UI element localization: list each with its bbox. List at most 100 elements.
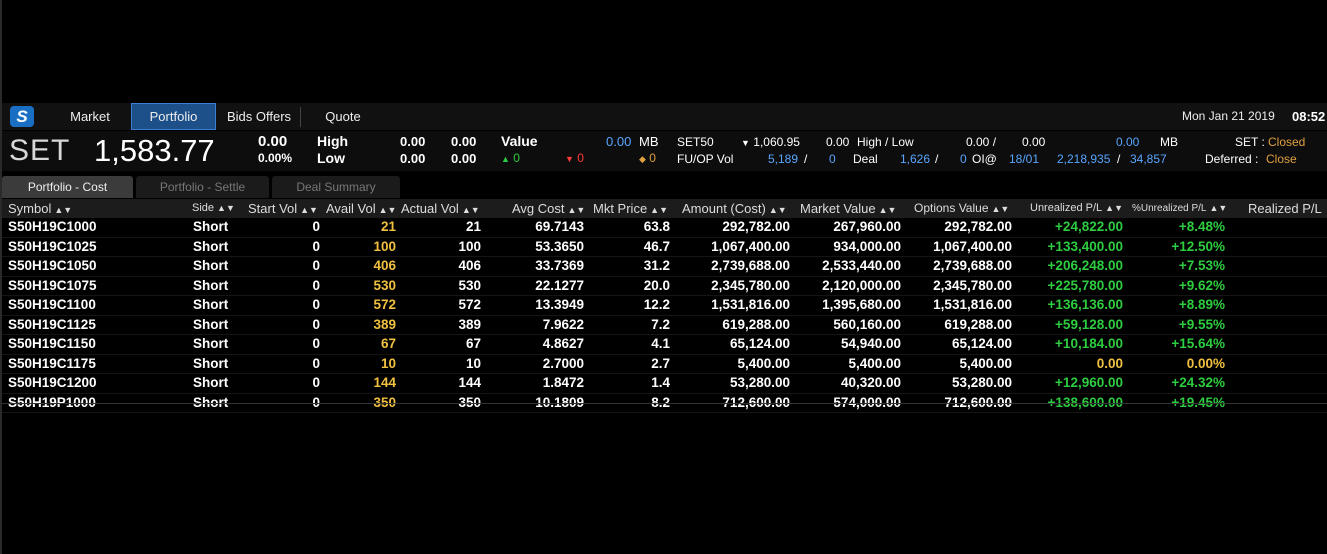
tab-bids-offers[interactable]: Bids Offers — [218, 103, 300, 130]
cell-market: 40,320.00 — [840, 375, 901, 390]
cell-symbol: S50H19C1100 — [8, 297, 96, 312]
col-mkt-price[interactable]: Mkt Price ▲▼ — [593, 199, 668, 220]
set50-label[interactable]: SET50 — [677, 135, 714, 149]
col-avg-cost[interactable]: Avg Cost ▲▼ — [512, 199, 585, 220]
oi-label: OI@ — [972, 152, 997, 166]
table-row[interactable]: S50H19C1050 Short 0 406 406 33.7369 31.2 2,739,… — [2, 257, 1327, 277]
cell-market: 267,960.00 — [833, 219, 901, 234]
cell-market: 2,533,440.00 — [822, 258, 901, 273]
table-row[interactable]: S50H19C1175 Short 0 10 10 2.7000 2.7 5,400.00 5,… — [2, 355, 1327, 374]
cell-upl: +24,822.00 — [1055, 219, 1123, 234]
cell-pupl: +9.55% — [1178, 316, 1225, 332]
subtab-portfolio-settle[interactable]: Portfolio - Settle — [136, 176, 269, 198]
cell-amount: 619,288.00 — [722, 316, 790, 332]
cell-upl: +206,248.00 — [1047, 258, 1123, 273]
down-count: ▼ 0 — [565, 151, 584, 165]
cell-pupl: +12.50% — [1171, 238, 1225, 254]
col-side[interactable]: Side ▲▼ — [192, 199, 235, 218]
col-actual-vol[interactable]: Actual Vol ▲▼ — [401, 199, 480, 220]
cell-symbol: S50H19C1000 — [8, 219, 97, 234]
table-row[interactable]: S50H19C1025 Short 0 100 100 53.3650 46.7 1,067,… — [2, 238, 1327, 257]
index-change: 0.00 — [258, 133, 288, 150]
tab-portfolio[interactable]: Portfolio — [131, 103, 216, 130]
oi-slash: / — [1117, 152, 1121, 166]
cell-actual: 21 — [465, 219, 481, 234]
cell-market: 54,940.00 — [840, 336, 901, 351]
low-value-1: 0.00 — [400, 151, 426, 166]
cell-upl: +133,400.00 — [1047, 238, 1123, 254]
index-symbol[interactable]: SET — [9, 134, 70, 168]
tab-quote[interactable]: Quote — [310, 103, 376, 130]
cell-avg: 7.9622 — [542, 316, 584, 332]
table-row[interactable]: S50H19C1075 Short 0 530 530 22.1277 20.0 2,345,… — [2, 277, 1327, 296]
cell-market: 934,000.00 — [833, 238, 901, 254]
cell-amount: 5,400.00 — [737, 355, 790, 371]
cell-upl: +12,960.00 — [1055, 375, 1123, 390]
low-value: 0.00 — [1022, 135, 1046, 149]
cell-avg: 4.8627 — [542, 336, 584, 351]
cell-amount: 2,739,688.00 — [711, 258, 790, 273]
cell-amount: 53,280.00 — [729, 375, 790, 390]
table-row[interactable]: S50H19C1000 Short 0 21 21 69.7143 63.8 292,782.… — [2, 218, 1327, 238]
col-start-vol[interactable]: Start Vol ▲▼ — [248, 199, 318, 220]
sort-icon: ▲▼ — [1105, 203, 1123, 213]
tab-market[interactable]: Market — [50, 103, 130, 130]
table-row[interactable]: S50H19C1125 Short 0 389 389 7.9622 7.2 619,288.… — [2, 316, 1327, 335]
sort-icon: ▲▼ — [1209, 203, 1228, 213]
subtab-deal-summary[interactable]: Deal Summary — [272, 176, 400, 198]
cell-mkt: 7.2 — [651, 316, 670, 332]
sort-icon: ▲▼ — [768, 205, 787, 215]
cell-symbol: S50H19C1175 — [8, 355, 96, 371]
col-symbol[interactable]: Symbol ▲▼ — [8, 199, 72, 220]
fuop-vol2: 0 — [829, 152, 836, 166]
cell-market: 1,395,680.00 — [822, 297, 901, 312]
subtab-portfolio-cost[interactable]: Portfolio - Cost — [2, 176, 133, 198]
col-market-value[interactable]: Market Value ▲▼ — [800, 199, 896, 220]
cell-avail: 100 — [373, 238, 396, 254]
col-realized-pl[interactable]: Realized P/L — [1248, 199, 1322, 218]
col-pct-unrealized-pl[interactable]: %Unrealized P/L ▲▼ — [1132, 199, 1227, 218]
value-label: Value — [501, 133, 538, 149]
col-realized-pl-label: Realized P/L — [1248, 201, 1322, 216]
cell-upl: 0.00 — [1096, 355, 1123, 371]
sort-icon: ▲▼ — [650, 205, 668, 215]
sort-icon: ▲▼ — [217, 203, 235, 213]
cell-actual: 67 — [465, 336, 481, 351]
cell-start: 0 — [312, 355, 320, 371]
cell-mkt: 31.2 — [643, 258, 670, 273]
col-amount-cost[interactable]: Amount (Cost) ▲▼ — [682, 199, 787, 220]
cell-pupl: +24.32% — [1171, 375, 1225, 390]
portfolio-subtabs: Portfolio - Cost Portfolio - Settle Deal… — [2, 176, 1327, 198]
cell-upl: +10,184.00 — [1055, 336, 1123, 351]
set50-value-text: 1,060.95 — [753, 135, 800, 149]
deferred-label: Deferred : — [1205, 152, 1259, 166]
cell-start: 0 — [312, 336, 320, 351]
set-status: Closed — [1268, 135, 1306, 149]
down-count-value: 0 — [577, 151, 584, 165]
cell-mkt: 20.0 — [643, 277, 670, 293]
portfolio-table: Symbol ▲▼ Side ▲▼ Start Vol ▲▼ Avail Vol ▲▼ … — [2, 199, 1327, 413]
col-actual-vol-label: Actual Vol — [401, 201, 459, 216]
sort-icon: ▲▼ — [567, 205, 586, 215]
cell-upl: +136,136.00 — [1047, 297, 1123, 312]
cell-actual: 572 — [458, 297, 481, 312]
table-row[interactable]: S50H19C1100 Short 0 572 572 13.3949 12.2 1,531,… — [2, 296, 1327, 316]
cell-avg: 53.3650 — [535, 238, 584, 254]
sort-icon: ▲▼ — [461, 205, 480, 215]
table-row[interactable]: S50H19C1150 Short 0 67 67 4.8627 4.1 65,124.00 5… — [2, 335, 1327, 355]
table-row[interactable]: S50H19C1200 Short 0 144 144 1.8472 1.4 53,280.0… — [2, 374, 1327, 394]
cell-pupl: +8.89% — [1178, 297, 1225, 312]
cell-avail: 530 — [373, 277, 396, 293]
cell-options: 53,280.00 — [951, 375, 1012, 390]
app-logo[interactable]: S — [10, 106, 34, 127]
col-symbol-label: Symbol — [8, 201, 52, 216]
cell-avail: 389 — [373, 316, 396, 332]
cell-side: Short — [193, 375, 229, 390]
fuop-label: FU/OP Vol — [677, 152, 734, 166]
col-avail-vol[interactable]: Avail Vol ▲▼ — [326, 199, 396, 220]
col-options-value[interactable]: Options Value ▲▼ — [914, 199, 1009, 219]
col-unrealized-pl[interactable]: Unrealized P/L ▲▼ — [1030, 199, 1123, 218]
index-change-pct: 0.00% — [258, 151, 293, 165]
cell-options: 2,739,688.00 — [933, 258, 1012, 273]
cell-mkt: 2.7 — [651, 355, 670, 371]
